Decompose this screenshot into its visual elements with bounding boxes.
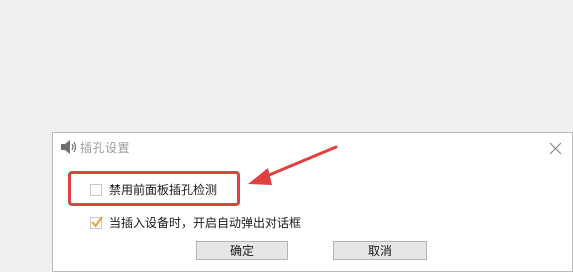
cancel-button[interactable]: 取消 bbox=[333, 241, 427, 260]
highlight-annotation-box bbox=[68, 171, 240, 206]
ok-button[interactable]: 确定 bbox=[196, 241, 288, 260]
dialog-title: 插孔设置 bbox=[80, 141, 131, 155]
auto-popup-dialog-option[interactable]: 当插入设备时，开启自动弹出对话框 bbox=[90, 214, 301, 231]
speaker-icon bbox=[60, 139, 78, 155]
checkmark-icon bbox=[91, 215, 103, 228]
dialog-titlebar: 插孔设置 bbox=[53, 133, 572, 161]
auto-popup-dialog-label: 当插入设备时，开启自动弹出对话框 bbox=[109, 216, 302, 230]
close-icon[interactable] bbox=[549, 140, 562, 155]
auto-popup-dialog-checkbox[interactable] bbox=[90, 215, 103, 229]
